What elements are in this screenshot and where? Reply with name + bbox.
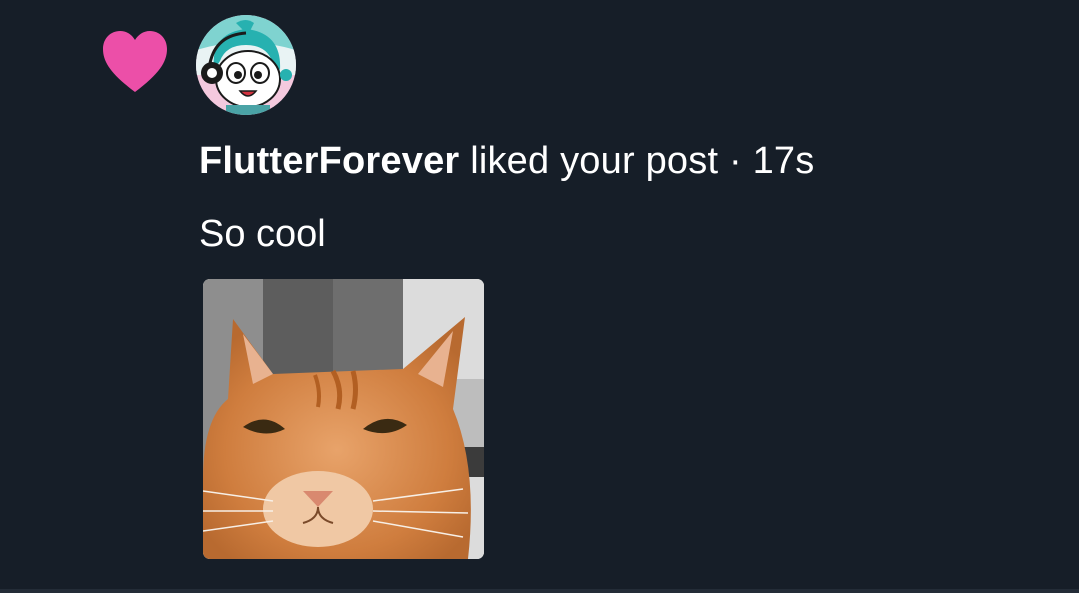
like-notification[interactable]: FlutterForever liked your post · 17s So … [0,0,1079,593]
orange-cat-photo [203,279,484,559]
separator: · [728,140,742,182]
avatar-image [196,15,296,115]
divider [0,589,1079,593]
comment-text: So cool [199,213,326,255]
action-text: liked your post [470,140,719,182]
heart-icon [103,31,167,92]
avatar[interactable] [196,15,296,115]
post-thumbnail[interactable] [203,279,484,559]
notification-text: FlutterForever liked your post · 17s [199,140,814,183]
timestamp: 17s [752,140,815,182]
username-link[interactable]: FlutterForever [199,140,459,182]
